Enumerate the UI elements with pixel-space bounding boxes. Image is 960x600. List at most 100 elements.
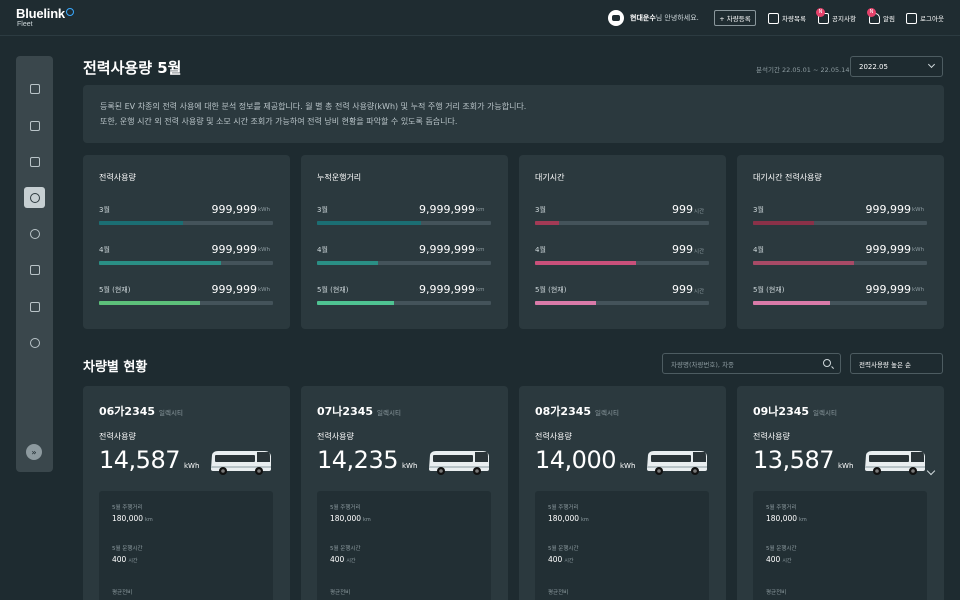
bell-icon: N	[867, 7, 880, 24]
sidebar-item-vehicles[interactable]	[24, 115, 45, 136]
sidebar-item-facility[interactable]	[24, 151, 45, 172]
vehicle-model: 일렉시티	[813, 409, 837, 417]
stat-row-value: 999,999	[865, 283, 912, 296]
progress-fill	[99, 261, 221, 265]
stat-card-title: 전력사용량	[99, 173, 136, 182]
runtime-value: 400 시간	[112, 555, 138, 564]
stat-row-unit: kWh	[912, 287, 925, 293]
distance-unit: km	[799, 517, 807, 523]
progress-fill	[317, 261, 378, 265]
stat-row-label: 5월 (현재)	[535, 286, 567, 294]
vehicle-card[interactable]: 06가2345 일렉시티 전력사용량 14,587 kWh 5월 주행거리 180,000 k…	[83, 386, 290, 600]
stat-card: 대기시간 3월 999 시간 4월 999 시간 5월 (현재) 999 시간	[519, 155, 726, 329]
distance-unit: km	[581, 517, 589, 523]
stat-row-unit: kWh	[912, 247, 925, 253]
vehicle-plate: 09나2345 일렉시티	[753, 403, 837, 419]
progress-track	[753, 261, 927, 265]
usage-number: 14,000	[535, 446, 616, 474]
month-select[interactable]: 2022.05	[850, 56, 943, 77]
bus-image	[429, 451, 489, 475]
tree-icon	[29, 228, 40, 239]
sidebar-item-downloads[interactable]	[24, 296, 45, 317]
distance-label: 5월 주행거리	[548, 505, 579, 511]
stat-row-value: 9,999,999	[419, 203, 475, 216]
logout-icon	[906, 12, 917, 24]
sidebar-item-power[interactable]	[24, 187, 45, 208]
clipboard-icon	[768, 12, 779, 24]
progress-fill	[317, 301, 394, 305]
vehicle-card[interactable]: 07나2345 일렉시티 전력사용량 14,235 kWh 5월 주행거리 180,000 k…	[301, 386, 508, 600]
stat-card-title: 누적운행거리	[317, 173, 362, 182]
stat-row-label: 3월	[753, 206, 764, 214]
sidebar: »	[16, 56, 53, 472]
megaphone-icon: N	[816, 7, 829, 24]
nav-notices[interactable]: N 공지사항	[816, 7, 856, 26]
progress-track	[99, 221, 273, 225]
vehicle-model: 일렉시티	[377, 409, 401, 417]
progress-fill	[535, 261, 636, 265]
vehicle-card[interactable]: 09나2345 일렉시티 전력사용량 13,587 kWh 5월 주행거리 180,000 k…	[737, 386, 944, 600]
usage-number: 14,235	[317, 446, 398, 474]
usage-value: 14,235 kWh	[317, 446, 417, 474]
progress-track	[535, 301, 709, 305]
sidebar-item-dashboard[interactable]	[24, 78, 45, 99]
progress-track	[317, 261, 491, 265]
page-title: 전력사용량 5월	[83, 59, 182, 77]
progress-fill	[317, 221, 422, 225]
distance-value: 180,000 km	[112, 514, 153, 523]
stat-row-unit: 시간	[694, 289, 705, 295]
nav-alerts[interactable]: N 알림	[867, 7, 895, 26]
vehicle-card[interactable]: 08가2345 일렉시티 전력사용량 14,000 kWh 5월 주행거리 180,000 k…	[519, 386, 726, 600]
stat-card: 대기시간 전력사용량 3월 999,999 kWh 4월 999,999 kWh 5월 (현재…	[737, 155, 944, 329]
vehicle-detail-panel: 5월 주행거리 180,000 km 5월 운행시간 400 시간 평균전비	[99, 491, 273, 600]
alert-badge: N	[867, 7, 876, 17]
sort-select[interactable]: 전력사용량 높은 순	[850, 353, 943, 374]
building-icon	[29, 156, 40, 167]
stat-row-label: 5월 (현재)	[317, 286, 349, 294]
sidebar-item-eco[interactable]	[24, 223, 45, 244]
sidebar-collapse-button[interactable]: »	[26, 444, 42, 460]
register-vehicle-button[interactable]: + 차량등록	[714, 10, 756, 26]
runtime-unit: 시간	[564, 558, 574, 564]
stat-row-label: 3월	[535, 206, 546, 214]
vehicle-search-input[interactable]: 차량명(차량번호), 차종	[662, 353, 841, 374]
distance-unit: km	[363, 517, 371, 523]
distance-label: 5월 주행거리	[330, 505, 361, 511]
search-icon[interactable]	[823, 359, 831, 367]
bluelink-logo[interactable]: Bluelink	[16, 6, 74, 21]
vehicle-detail-panel: 5월 주행거리 180,000 km 5월 운행시간 400 시간 평균전비	[753, 491, 927, 600]
sidebar-item-settings[interactable]	[24, 332, 45, 353]
stat-row-unit: kWh	[258, 207, 271, 213]
runtime-number: 400	[766, 555, 781, 564]
month-select-value: 2022.05	[859, 62, 888, 71]
stat-card-title: 대기시간	[535, 173, 565, 182]
sidebar-item-reports[interactable]	[24, 259, 45, 280]
progress-fill	[753, 261, 854, 265]
analysis-period: 분석기간 22.05.01 ~ 22.05.14	[756, 66, 850, 74]
stat-row-label: 4월	[753, 246, 764, 254]
greeting-text: 님 안녕하세요.	[655, 14, 699, 22]
progress-track	[317, 301, 491, 305]
distance-number: 180,000	[766, 514, 798, 523]
efficiency-label: 평균전비	[548, 590, 569, 596]
usage-value: 14,000 kWh	[535, 446, 635, 474]
distance-value: 180,000 km	[766, 514, 807, 523]
stat-row-unit: kWh	[258, 247, 271, 253]
usage-label: 전력사용량	[753, 432, 790, 441]
logo-subtitle: Fleet	[17, 21, 33, 28]
usage-unit: kWh	[837, 462, 854, 470]
stat-row-value: 9,999,999	[419, 283, 475, 296]
top-bar: Bluelink Fleet 현대운수 님 안녕하세요. + 차량등록 차량목록 …	[0, 0, 960, 36]
nav-label: 공지사항	[832, 15, 856, 23]
usage-label: 전력사용량	[317, 432, 354, 441]
stat-row-value: 999,999	[211, 203, 258, 216]
stat-row-value: 9,999,999	[419, 243, 475, 256]
nav-label: 알림	[883, 15, 895, 23]
chevron-down-icon	[927, 60, 936, 69]
document-icon	[29, 264, 40, 275]
runtime-unit: 시간	[128, 558, 138, 564]
stat-card-title: 대기시간 전력사용량	[753, 173, 822, 182]
usage-label: 전력사용량	[99, 432, 136, 441]
nav-vehicle-list[interactable]: 차량목록	[768, 10, 806, 26]
nav-logout[interactable]: 로그아웃	[906, 10, 944, 26]
